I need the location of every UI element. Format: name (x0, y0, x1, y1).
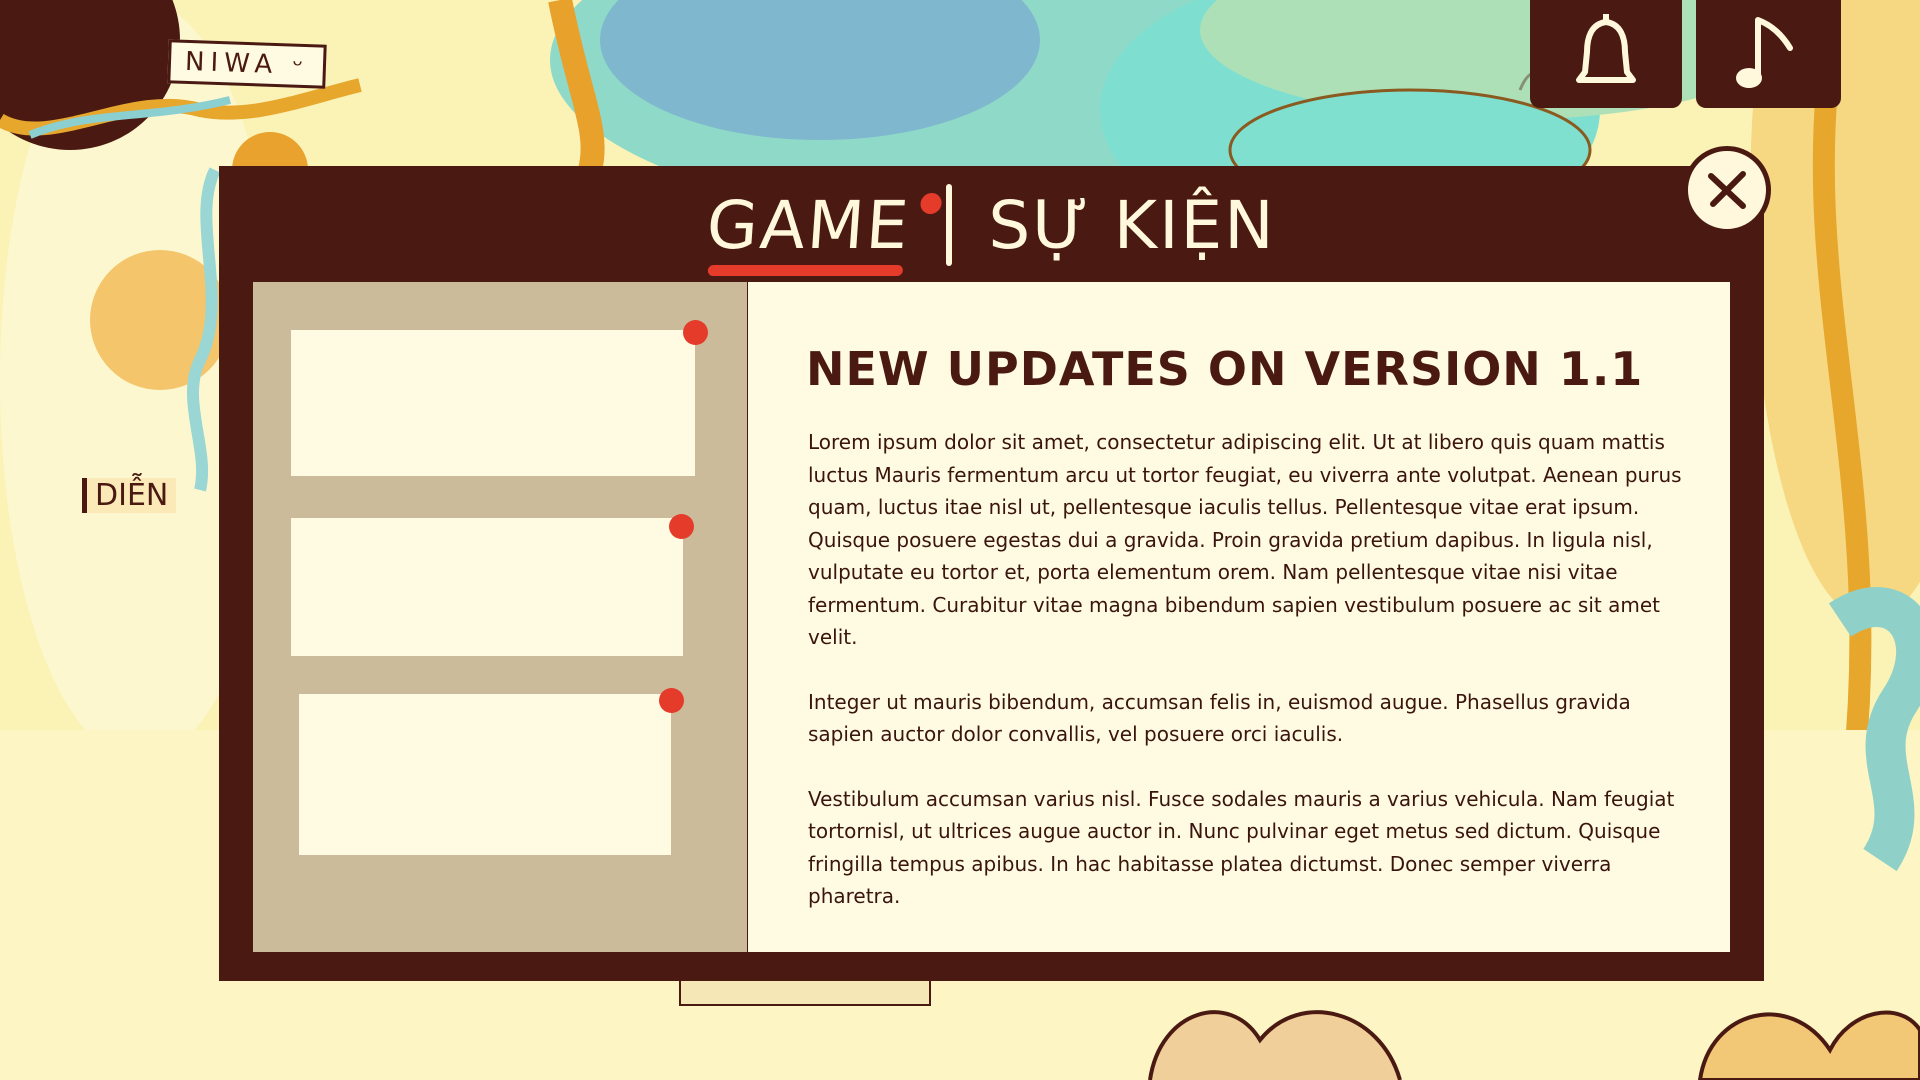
tab-notification-dot (920, 192, 943, 214)
unread-dot (659, 688, 684, 713)
music-button[interactable] (1696, 0, 1841, 108)
article-paragraph: Vestibulum accumsan varius nisl. Fusce s… (808, 786, 1675, 909)
music-note-icon (1735, 17, 1793, 88)
location-label: DIỄN (82, 478, 177, 513)
close-icon (1708, 171, 1746, 209)
unread-dot (669, 514, 694, 539)
player-name-tag: NIWA ᵕ (167, 39, 327, 89)
modal-tabs: GAME SỰ KIỆN (219, 166, 1764, 284)
article-body: Lorem ipsum dolor sit amet, consectetur … (808, 426, 1698, 945)
article-paragraph: Integer ut mauris bibendum, accumsan fel… (808, 689, 1631, 747)
list-item[interactable] (291, 330, 695, 476)
active-tab-underline (707, 264, 904, 276)
tab-events[interactable]: SỰ KIỆN (988, 187, 1275, 264)
bell-icon (1576, 14, 1636, 83)
close-button[interactable] (1683, 146, 1771, 234)
tab-game[interactable]: GAME (704, 186, 943, 276)
tab-game-label: GAME (704, 186, 914, 264)
article-paragraph: Lorem ipsum dolor sit amet, consectetur … (808, 430, 1682, 649)
article-title: NEW UPDATES ON VERSION 1.1 (806, 342, 1644, 396)
list-item[interactable] (291, 518, 683, 656)
unread-dot (683, 320, 708, 345)
list-item[interactable] (299, 694, 671, 855)
updates-list (253, 282, 747, 952)
notifications-button[interactable] (1530, 0, 1682, 108)
tab-separator (946, 184, 953, 266)
tab-events-label: SỰ KIỆN (988, 186, 1276, 264)
article-panel: NEW UPDATES ON VERSION 1.1 Lorem ipsum d… (748, 282, 1730, 952)
news-modal: GAME SỰ KIỆN NEW UPDATES ON VERSION 1.1 … (219, 146, 1771, 981)
